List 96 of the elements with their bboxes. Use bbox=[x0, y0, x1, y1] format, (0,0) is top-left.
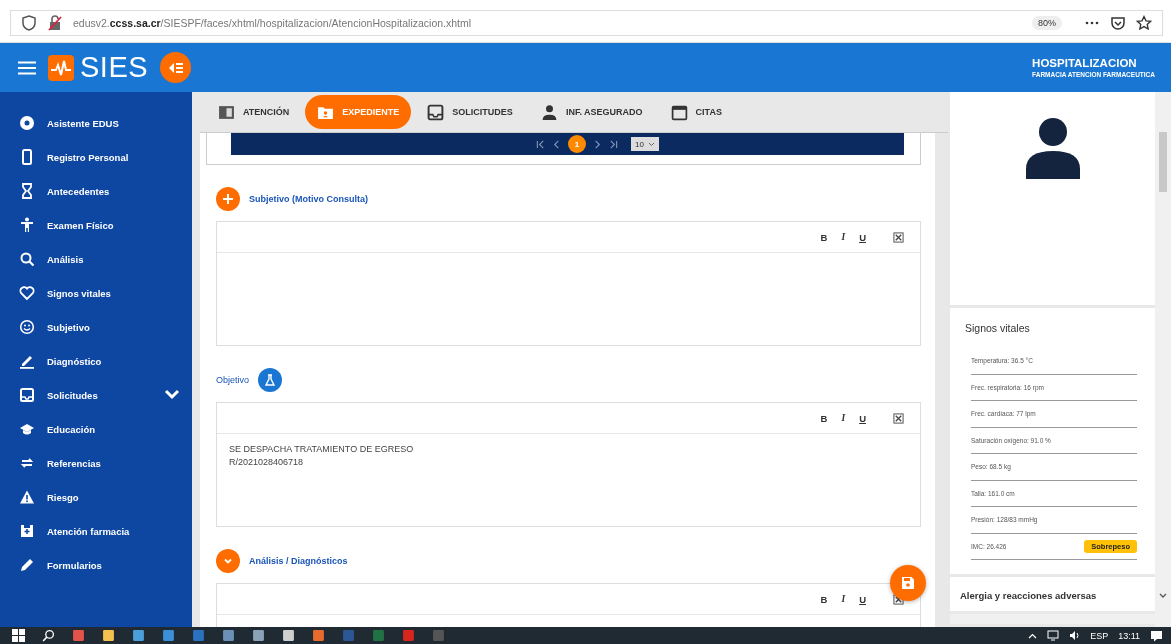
bold-button[interactable]: B bbox=[819, 412, 829, 424]
app-icon[interactable] bbox=[252, 629, 265, 642]
sidebar-item[interactable]: Análisis bbox=[0, 242, 192, 276]
previous-page-icon[interactable] bbox=[552, 139, 562, 149]
warning-icon bbox=[19, 489, 35, 505]
sidebar-item[interactable]: Examen Físico bbox=[0, 208, 192, 242]
italic-button[interactable]: I bbox=[840, 594, 847, 604]
smiley-icon bbox=[19, 319, 35, 335]
sidebar-item[interactable]: Registro Personal bbox=[0, 140, 192, 174]
app-icon[interactable] bbox=[72, 629, 85, 642]
app-name: SIES bbox=[80, 51, 149, 84]
flask-icon bbox=[264, 374, 277, 386]
clock-time[interactable]: 13:11 bbox=[1118, 630, 1140, 641]
underline-button[interactable]: U bbox=[858, 231, 867, 243]
first-page-icon[interactable] bbox=[536, 139, 546, 149]
zoom-level[interactable]: 80% bbox=[1032, 16, 1062, 30]
underline-button[interactable]: U bbox=[858, 412, 867, 424]
italic-button[interactable]: I bbox=[840, 413, 847, 423]
vertical-scrollbar[interactable] bbox=[935, 133, 948, 627]
search-icon bbox=[19, 251, 35, 267]
rich-text-editor[interactable]: B I U bbox=[216, 221, 921, 346]
bold-button[interactable]: B bbox=[819, 231, 829, 243]
star-icon[interactable] bbox=[1136, 15, 1152, 31]
person-icon bbox=[540, 103, 558, 121]
menu-icon[interactable] bbox=[18, 60, 36, 75]
inbox-icon bbox=[427, 103, 445, 121]
collapse-menu-icon bbox=[168, 61, 183, 74]
sidebar-item[interactable]: Antecedentes bbox=[0, 174, 192, 208]
calendar-icon bbox=[670, 103, 688, 121]
phone-icon bbox=[19, 149, 35, 165]
sidebar-item[interactable]: Formularios bbox=[0, 548, 192, 582]
rich-text-editor[interactable]: B I U SE DESPACHA TRATAMIENTO DE EGRESO R/2021028406718 bbox=[216, 402, 921, 527]
sidebar-item[interactable]: Educación bbox=[0, 412, 192, 446]
url-text[interactable]: edusv2.ccss.sa.cr/SIESPF/faces/xhtml/hospitalizacion/AtencionHospitalizacion.xhtml bbox=[73, 17, 472, 29]
section-title: Análisis / Diagnósticos bbox=[249, 556, 348, 566]
plus-icon bbox=[222, 193, 234, 205]
bold-button[interactable]: B bbox=[819, 593, 829, 605]
clear-format-icon[interactable] bbox=[893, 412, 904, 424]
notification-icon[interactable] bbox=[1150, 629, 1163, 642]
card-title: Signos vitales bbox=[965, 322, 1030, 334]
chevron-up-icon[interactable] bbox=[1028, 632, 1038, 639]
app-icon[interactable] bbox=[282, 629, 295, 642]
sidebar-item[interactable]: Subjetivo bbox=[0, 310, 192, 344]
app-icon[interactable] bbox=[162, 629, 175, 642]
section-title: Subjetivo (Motivo Consulta) bbox=[249, 194, 368, 204]
pen-icon bbox=[19, 353, 35, 369]
card-title: Alergia y reacciones adversas bbox=[960, 590, 1097, 601]
speaker-icon[interactable] bbox=[1069, 630, 1081, 641]
inbox-icon bbox=[19, 387, 35, 403]
scrollbar-thumb[interactable] bbox=[1159, 132, 1167, 192]
next-page-icon[interactable] bbox=[593, 139, 603, 149]
sidebar-item[interactable]: Solicitudes bbox=[0, 378, 192, 412]
tab[interactable]: ATENCIÓN bbox=[206, 95, 302, 129]
sidebar-item[interactable]: Atención farmacia bbox=[0, 514, 192, 548]
pocket-icon[interactable] bbox=[1110, 15, 1126, 31]
flask-button[interactable] bbox=[258, 368, 283, 392]
sidebar-item[interactable]: Signos vitales bbox=[0, 276, 192, 310]
notebook-icon bbox=[218, 103, 235, 121]
tab[interactable]: INF. ASEGURADO bbox=[528, 95, 655, 129]
app-icon[interactable] bbox=[222, 629, 235, 642]
monitor-icon[interactable] bbox=[1047, 630, 1060, 641]
search-icon[interactable] bbox=[42, 629, 55, 642]
sidebar-item[interactable]: Diagnóstico bbox=[0, 344, 192, 378]
person-icon bbox=[19, 217, 35, 233]
building-icon bbox=[19, 523, 35, 539]
app-icon[interactable] bbox=[102, 629, 115, 642]
app-icon[interactable] bbox=[312, 629, 325, 642]
italic-button[interactable]: I bbox=[840, 232, 847, 242]
aperture-icon bbox=[19, 115, 35, 131]
scroll-down-icon[interactable] bbox=[1159, 593, 1167, 599]
sidebar-item[interactable]: Riesgo bbox=[0, 480, 192, 514]
graduation-cap-icon bbox=[19, 421, 35, 437]
rows-per-page-select[interactable]: 10 bbox=[631, 137, 659, 151]
collapse-menu-button[interactable] bbox=[160, 52, 192, 83]
editor-text: SE DESPACHA TRATAMIENTO DE EGRESO R/2021028406718 bbox=[229, 444, 414, 468]
app-icon[interactable] bbox=[132, 629, 145, 642]
last-page-icon[interactable] bbox=[609, 139, 619, 149]
hourglass-icon bbox=[19, 183, 35, 199]
context-title: HOSPITALIZACION bbox=[1032, 57, 1138, 69]
insecure-lock-icon[interactable] bbox=[47, 15, 63, 31]
heart-icon bbox=[19, 285, 35, 301]
language-indicator[interactable]: ESP bbox=[1090, 630, 1109, 641]
tab[interactable]: CITAS bbox=[658, 95, 734, 129]
add-button[interactable] bbox=[216, 187, 240, 211]
section-title: Objetivo bbox=[216, 375, 250, 385]
tab[interactable]: SOLICITUDES bbox=[415, 95, 525, 129]
expand-button[interactable] bbox=[216, 549, 240, 573]
windows-start-icon[interactable] bbox=[12, 629, 25, 642]
sidebar-item[interactable]: Asistente EDUS bbox=[0, 106, 192, 140]
clear-format-icon[interactable] bbox=[893, 231, 904, 243]
heartbeat-logo-icon bbox=[48, 54, 74, 81]
caret-icon bbox=[647, 141, 655, 147]
underline-button[interactable]: U bbox=[858, 593, 867, 605]
sidebar-item[interactable]: Referencias bbox=[0, 446, 192, 480]
shield-icon[interactable] bbox=[21, 15, 37, 31]
pencil-icon bbox=[19, 557, 35, 573]
